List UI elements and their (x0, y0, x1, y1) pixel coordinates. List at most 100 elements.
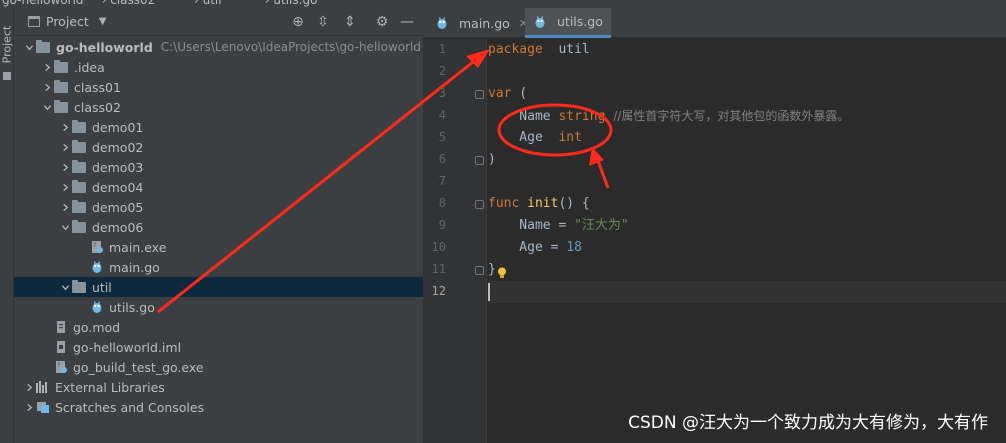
code-line[interactable]: Age = 18 (488, 237, 1006, 259)
locate-icon[interactable]: ⊕ (289, 13, 307, 31)
tree-item-go-helloworld-iml[interactable]: go-helloworld.iml (14, 337, 423, 357)
executable-file-icon: ? (92, 241, 103, 253)
editor-area: main.go ✕ utils.go 1 2 3 4 5 6 7 8 9 10 11 12 package… (423, 8, 1006, 443)
tree-item-demo03[interactable]: demo03 (14, 157, 423, 177)
code-line[interactable]: Name = "汪大为" (488, 215, 1006, 237)
tree-item-label: demo05 (92, 199, 144, 215)
tree-item-utils-go[interactable]: utils.go (14, 297, 423, 317)
line-number: 10 (431, 240, 446, 254)
code-line[interactable]: Name string //属性首字符大写，对其他包的函数外暴露。 (488, 105, 1006, 127)
fold-marker-icon[interactable] (475, 266, 484, 275)
tree-item-class01[interactable]: class01 (14, 77, 423, 97)
tab-utils-go[interactable]: utils.go (525, 8, 611, 38)
fold-marker-icon[interactable] (475, 200, 484, 209)
tree-item-label: demo03 (92, 159, 144, 175)
chevron-down-icon[interactable] (22, 37, 36, 57)
project-stripe-button[interactable]: Project (0, 20, 14, 68)
tree-item-go-helloworld[interactable]: go-helloworld C:\Users\Lenovo\IdeaProject… (14, 37, 423, 57)
code-line[interactable]: Age int (488, 127, 1006, 149)
code-token: Age (488, 130, 559, 145)
executable-file-icon: ? (56, 361, 67, 373)
breadcrumb: go-helloworld › class02 › util › utils.g… (0, 0, 1006, 8)
chevron-right-icon[interactable] (58, 137, 72, 157)
folder-icon (72, 279, 86, 293)
chevron-down-icon[interactable] (58, 217, 72, 237)
chevron-right-icon[interactable] (40, 77, 54, 97)
chevron-right-icon[interactable] (58, 177, 72, 197)
chevron-right-icon[interactable] (22, 397, 36, 417)
code-line[interactable]: var ( (488, 83, 1006, 105)
lightbulb-icon[interactable] (497, 267, 507, 279)
folder-icon (54, 79, 68, 93)
chevron-right-icon[interactable] (22, 377, 36, 397)
code-line[interactable] (488, 61, 1006, 83)
chevron-right-icon[interactable] (58, 157, 72, 177)
code-line[interactable]: } (488, 259, 1006, 281)
code-token: "汪大为" (574, 218, 629, 233)
line-number: 1 (438, 42, 446, 56)
fold-marker-icon[interactable] (475, 90, 484, 99)
tree-item-demo01[interactable]: demo01 (14, 117, 423, 137)
tree-item-demo05[interactable]: demo05 (14, 197, 423, 217)
folder-icon (72, 179, 86, 193)
editor-gutter: 1 2 3 4 5 6 7 8 9 10 11 12 (423, 39, 487, 443)
chevron-right-icon[interactable] (58, 117, 72, 137)
chevron-down-icon[interactable] (40, 97, 54, 117)
code-line[interactable]: func init() { (488, 193, 1006, 215)
chevron-down-icon[interactable] (58, 277, 72, 297)
code-token: //属性首字符大写，对其他包的函数外暴露。 (613, 109, 850, 123)
scratches-icon (37, 402, 49, 413)
svg-text:?: ? (93, 242, 96, 249)
code-line[interactable] (488, 171, 1006, 193)
tree-item-main-exe[interactable]: ? main.exe (14, 237, 423, 257)
code-token: Name (488, 109, 559, 124)
structure-stripe-icon[interactable] (3, 72, 11, 80)
chevron-right-icon[interactable] (40, 57, 54, 77)
folder-icon (72, 119, 86, 133)
editor-tabs: main.go ✕ utils.go (423, 8, 1006, 38)
folder-icon (72, 219, 86, 233)
collapse-all-icon[interactable]: ⇕ (341, 13, 359, 31)
line-number: 2 (438, 64, 446, 78)
tree-item-main-go[interactable]: main.go (14, 257, 423, 277)
tree-item-external-libraries[interactable]: External Libraries (14, 377, 423, 397)
project-view-selector[interactable]: Project ▼ (28, 14, 106, 29)
tree-item-demo04[interactable]: demo04 (14, 177, 423, 197)
tree-item-demo02[interactable]: demo02 (14, 137, 423, 157)
tree-item-scratches-and-consoles[interactable]: Scratches and Consoles (14, 397, 423, 417)
line-number: 3 (438, 86, 446, 100)
tree-item-go-mod[interactable]: go.mod (14, 317, 423, 337)
fold-marker-icon[interactable] (475, 156, 484, 165)
tree-item-go-build-test-go-exe[interactable]: ? go_build_test_go.exe (14, 357, 423, 377)
tree-item-demo06[interactable]: demo06 (14, 217, 423, 237)
breadcrumb-item[interactable]: › utils.go (265, 0, 318, 7)
tree-item-idea[interactable]: .idea (14, 57, 423, 77)
gear-icon[interactable]: ⚙ (373, 13, 391, 31)
folder-icon (72, 139, 86, 153)
tree-item-class02[interactable]: class02 (14, 97, 423, 117)
tab-main-go[interactable]: main.go ✕ (427, 8, 536, 38)
code-line[interactable] (488, 281, 1006, 303)
code-line[interactable]: package util (488, 39, 1006, 61)
chevron-right-icon[interactable] (58, 197, 72, 217)
expand-all-icon[interactable]: ⇳ (314, 13, 332, 31)
code-line[interactable]: ) (488, 149, 1006, 171)
code-token: var (488, 86, 512, 101)
breadcrumb-item[interactable]: › util (194, 0, 222, 7)
folder-icon (36, 39, 50, 53)
code-editor[interactable]: package util var ( Name string //属性首字符大写，… (488, 39, 1006, 443)
breadcrumb-item[interactable]: › class02 (102, 0, 156, 7)
minimize-icon[interactable]: — (398, 13, 416, 31)
code-token: 18 (566, 240, 582, 255)
tree-item-label: demo02 (92, 139, 144, 155)
tree-item-label: class02 (74, 99, 121, 115)
tree-item-label: demo04 (92, 179, 144, 195)
chevron-down-icon: ▼ (98, 16, 107, 27)
tree-item-util[interactable]: util (14, 277, 423, 297)
breadcrumb-item[interactable]: go-helloworld (2, 0, 84, 7)
